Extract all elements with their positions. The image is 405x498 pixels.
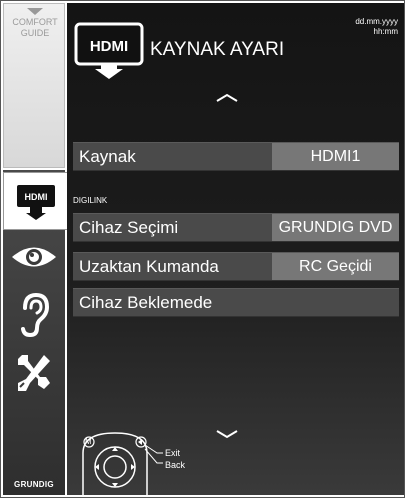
back-hint: Back	[165, 460, 186, 470]
guide-label-line2: GUIDE	[20, 28, 50, 38]
device-value[interactable]: GRUNDIG DVD	[272, 214, 399, 241]
page-title: KAYNAK AYARI	[150, 39, 285, 60]
hdmi-icon: HDMI	[74, 22, 144, 79]
scroll-up-icon[interactable]	[67, 91, 404, 105]
menu-frame: COMFORT GUIDE HDMI GRUNDIG dd.mm.yyyy hh…	[0, 0, 405, 498]
eye-icon	[12, 247, 56, 267]
remote-m-label: M	[85, 437, 92, 446]
main-panel: dd.mm.yyyy hh:mm HDMI KAYNAK AYARI Kayna…	[67, 3, 404, 495]
sidebar-item-sound[interactable]	[3, 286, 65, 344]
sidebar-item-tools[interactable]	[3, 344, 65, 402]
time-text: hh:mm	[373, 27, 398, 36]
tools-icon	[18, 355, 50, 391]
ear-icon	[21, 292, 50, 338]
hdmi-icon: HDMI	[16, 185, 55, 220]
source-value[interactable]: HDMI1	[272, 143, 399, 170]
guide-arrow-icon	[27, 8, 43, 15]
exit-hint: Exit	[165, 448, 181, 458]
section-heading: DIGILINK	[73, 196, 108, 205]
source-label: Kaynak	[79, 147, 136, 166]
device-label: Cihaz Seçimi	[79, 218, 179, 237]
menu-row-device[interactable]: Cihaz Seçimi GRUNDIG DVD	[73, 213, 399, 242]
sidebar-item-hdmi[interactable]: HDMI	[3, 172, 67, 230]
standby-label: Cihaz Beklemede	[79, 293, 213, 312]
remote-label: Uzaktan Kumanda	[79, 257, 219, 276]
menu-row-standby[interactable]: Cihaz Beklemede	[73, 288, 399, 317]
guide-label: COMFORT GUIDE	[4, 17, 66, 39]
svg-text:HDMI: HDMI	[90, 38, 128, 55]
remote-value[interactable]: RC Geçidi	[272, 253, 399, 280]
menu-row-source[interactable]: Kaynak HDMI1	[73, 142, 399, 171]
sidebar: COMFORT GUIDE HDMI GRUNDIG	[3, 3, 67, 495]
sidebar-nav: HDMI GRUNDIG	[3, 170, 67, 495]
menu-row-remote[interactable]: Uzaktan Kumanda RC Geçidi	[73, 252, 399, 281]
comfort-guide-button[interactable]: COMFORT GUIDE	[3, 3, 65, 168]
guide-label-line1: COMFORT	[12, 17, 58, 27]
date-text: dd.mm.yyyy	[355, 17, 398, 26]
sidebar-item-picture[interactable]	[3, 228, 65, 286]
brand-logo: GRUNDIG	[14, 480, 54, 489]
svg-text:HDMI: HDMI	[24, 192, 47, 202]
remote-control-icon	[82, 432, 163, 495]
datetime-display: dd.mm.yyyy hh:mm	[355, 17, 398, 37]
